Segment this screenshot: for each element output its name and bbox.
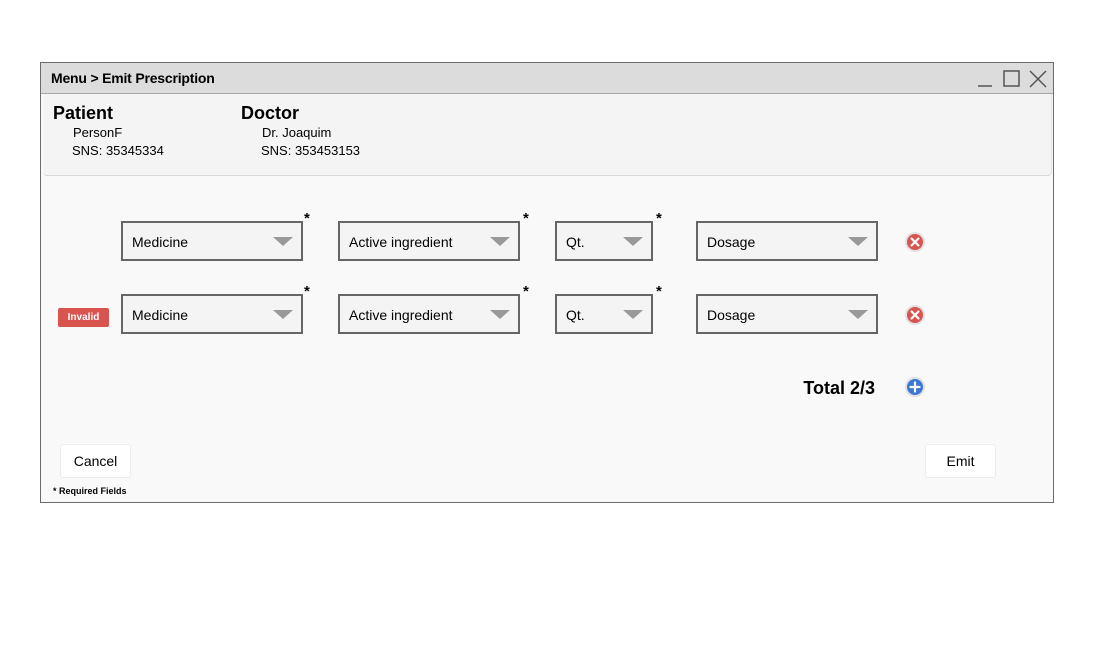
required-marker: * — [656, 210, 662, 227]
patient-sns: SNS: 35345334 — [72, 143, 164, 158]
required-marker: * — [523, 283, 529, 300]
required-fields-note: * Required Fields — [53, 486, 127, 496]
patient-name: PersonF — [73, 125, 123, 140]
patient-doctor-panel: Patient PersonF SNS: 35345334 Doctor Dr.… — [43, 94, 1052, 176]
chevron-down-icon — [490, 237, 510, 246]
doctor-heading: Doctor — [241, 103, 299, 123]
active-ingredient-select-value: Active ingredient — [349, 307, 453, 323]
required-marker: * — [523, 210, 529, 227]
patient-heading: Patient — [53, 103, 114, 123]
quantity-select-value: Qt. — [566, 234, 585, 250]
doctor-name: Dr. Joaquim — [262, 125, 332, 140]
chevron-down-icon — [623, 237, 643, 246]
medicine-select-value: Medicine — [132, 307, 189, 323]
chevron-down-icon — [848, 310, 868, 319]
medicine-select[interactable]: Medicine — [121, 221, 303, 261]
required-marker: * — [304, 210, 310, 227]
quantity-select[interactable]: Qt. — [555, 294, 653, 334]
patient-info: Patient PersonF SNS: 35345334 — [53, 102, 164, 160]
title-bar: Menu > Emit Prescription — [41, 63, 1053, 94]
cancel-button[interactable]: Cancel — [60, 444, 131, 478]
dosage-select[interactable]: Dosage — [696, 294, 878, 334]
doctor-info: Doctor Dr. Joaquim SNS: 353453153 — [241, 102, 360, 160]
emit-prescription-window: Menu > Emit Prescription Patient PersonF… — [40, 62, 1054, 503]
chevron-down-icon — [490, 310, 510, 319]
quantity-select[interactable]: Qt. — [555, 221, 653, 261]
medicine-select[interactable]: Medicine — [121, 294, 303, 334]
doctor-sns: SNS: 353453153 — [261, 143, 361, 158]
remove-row-icon[interactable] — [904, 231, 926, 253]
active-ingredient-select-value: Active ingredient — [349, 234, 453, 250]
medicine-select-value: Medicine — [132, 234, 189, 250]
active-ingredient-select[interactable]: Active ingredient — [338, 221, 520, 261]
minimize-icon[interactable] — [975, 68, 997, 90]
close-icon[interactable] — [1027, 68, 1049, 90]
emit-button[interactable]: Emit — [925, 444, 996, 478]
dosage-select[interactable]: Dosage — [696, 221, 878, 261]
remove-row-icon[interactable] — [904, 304, 926, 326]
total-count: Total 2/3 — [803, 378, 875, 398]
quantity-select-value: Qt. — [566, 307, 585, 323]
invalid-badge: Invalid — [58, 308, 109, 327]
active-ingredient-select[interactable]: Active ingredient — [338, 294, 520, 334]
chevron-down-icon — [273, 237, 293, 246]
required-marker: * — [656, 283, 662, 300]
add-row-icon[interactable] — [904, 376, 926, 398]
chevron-down-icon — [848, 237, 868, 246]
dosage-select-value: Dosage — [707, 234, 756, 250]
chevron-down-icon — [623, 310, 643, 319]
dosage-select-value: Dosage — [707, 307, 756, 323]
window-title: Menu > Emit Prescription — [51, 70, 215, 86]
window-controls — [971, 68, 1049, 90]
maximize-icon[interactable] — [1001, 68, 1023, 90]
required-marker: * — [304, 283, 310, 300]
chevron-down-icon — [273, 310, 293, 319]
